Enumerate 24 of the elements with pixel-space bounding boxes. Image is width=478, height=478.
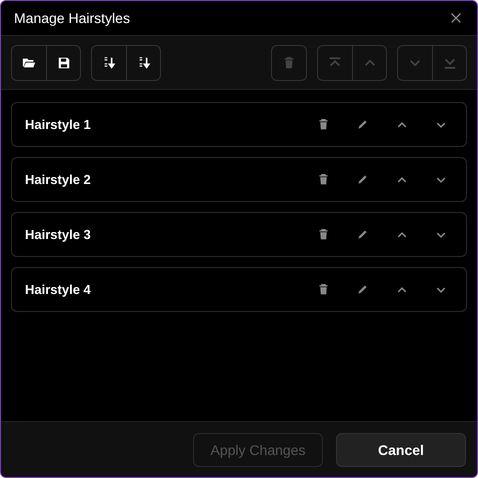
hairstyle-name: Hairstyle 1	[25, 117, 92, 132]
pencil-icon	[356, 118, 369, 131]
trash-icon	[317, 173, 330, 186]
window-title: Manage Hairstyles	[14, 10, 130, 26]
hairstyle-row[interactable]: Hairstyle 2	[11, 157, 467, 202]
hairstyle-row[interactable]: Hairstyle 4	[11, 267, 467, 312]
trash-icon	[317, 283, 330, 296]
trash-icon	[317, 118, 330, 131]
cancel-button[interactable]: Cancel	[336, 432, 466, 466]
pencil-icon	[356, 173, 369, 186]
folder-icon	[22, 56, 36, 70]
pencil-icon	[356, 228, 369, 241]
hairstyle-row[interactable]: Hairstyle 1	[11, 102, 467, 147]
close-icon	[449, 11, 463, 25]
move-bottom-icon	[442, 56, 456, 70]
trash-icon	[282, 56, 296, 70]
hairstyle-name: Hairstyle 2	[25, 172, 92, 187]
hairstyle-row[interactable]: Hairstyle 3	[11, 212, 467, 257]
sort-icon	[136, 56, 150, 70]
sort-icon	[102, 56, 116, 70]
pencil-icon	[356, 283, 369, 296]
trash-icon	[317, 228, 330, 241]
hairstyle-name: Hairstyle 4	[25, 282, 92, 297]
hairstyle-name: Hairstyle 3	[25, 227, 92, 242]
